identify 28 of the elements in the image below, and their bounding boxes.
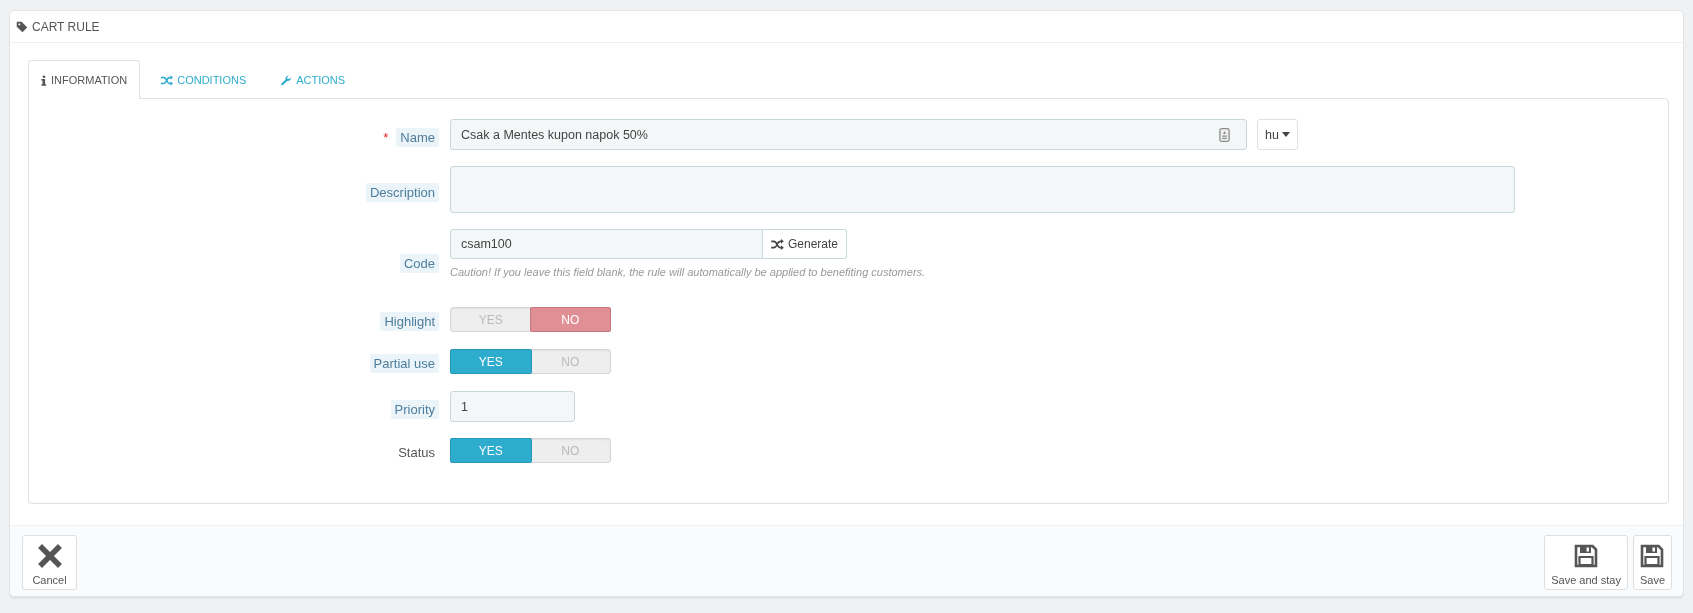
textarea-field[interactable]	[450, 166, 1515, 213]
save-button[interactable]: Save and stay	[1544, 535, 1628, 590]
close-icon	[37, 544, 62, 568]
tag-icon	[16, 20, 28, 33]
input-field[interactable]: Csak a Mentes kupon napok 50%	[450, 119, 1247, 150]
wrench-icon	[280, 74, 293, 86]
cancel-button[interactable]: Cancel	[22, 535, 77, 590]
field-label: Code	[399, 253, 439, 273]
field-label: Partial use	[369, 353, 439, 373]
field-label: Description	[365, 182, 439, 202]
shuffle-icon	[161, 74, 174, 86]
help-text: Caution! If you leave this field blank, the rule will automatically be applied to benefiting customers.	[450, 266, 926, 278]
panel-title: CART RULE	[32, 19, 100, 34]
required-marker: *	[383, 130, 389, 145]
info-icon	[41, 74, 47, 86]
field-label: Priority	[390, 400, 439, 419]
field-label: Name	[396, 128, 439, 147]
card-icon	[1219, 126, 1230, 143]
generate-button[interactable]: Generate	[763, 229, 848, 259]
tab[interactable]: INFORMATION	[28, 60, 141, 99]
input-field[interactable]: csam100	[450, 229, 763, 259]
save-button[interactable]: Save	[1632, 535, 1672, 590]
caret-icon	[1281, 132, 1290, 137]
field-label: Status	[397, 443, 436, 462]
input-field[interactable]: 1	[450, 391, 575, 422]
field-label: Highlight	[380, 311, 439, 331]
language-dropdown[interactable]: hu	[1257, 119, 1298, 150]
shuffle-icon	[771, 238, 784, 250]
